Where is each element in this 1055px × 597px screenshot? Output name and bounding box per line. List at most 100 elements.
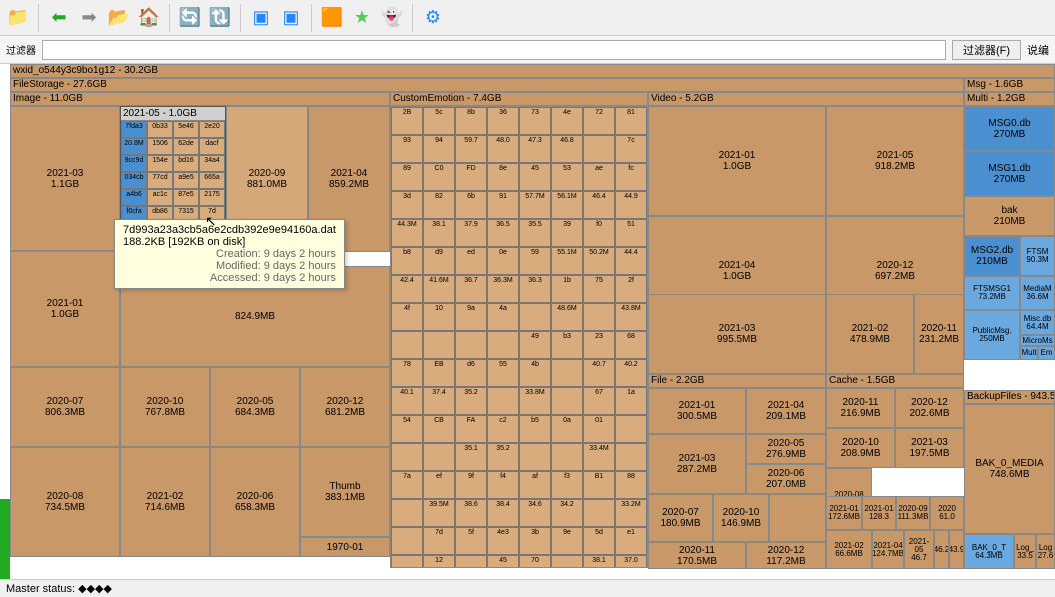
filter-button[interactable]: 过滤器(F) bbox=[952, 40, 1021, 60]
c-ot9[interactable]: 43.9 bbox=[949, 530, 964, 569]
ce-cell[interactable]: 67 bbox=[583, 387, 615, 415]
ce-cell[interactable]: 46.4 bbox=[583, 191, 615, 219]
filestorage-header[interactable]: FileStorage - 27.6GB bbox=[10, 78, 964, 92]
ce-cell[interactable]: 41.6M bbox=[423, 275, 455, 303]
ce-cell[interactable]: 35.2 bbox=[487, 443, 519, 471]
ce-cell[interactable]: 5c bbox=[423, 107, 455, 135]
forward-button[interactable]: ➡ bbox=[75, 4, 103, 32]
f-2021-04[interactable]: 2021-04209.1MB bbox=[746, 388, 826, 434]
pubmsg[interactable]: PublicMsg.250MB bbox=[964, 310, 1020, 360]
ce-cell[interactable]: 38.4 bbox=[487, 499, 519, 527]
ce-cell[interactable]: 10 bbox=[423, 303, 455, 331]
block-2021-03[interactable]: 2021-031.1GB bbox=[10, 106, 120, 251]
ce-cell[interactable] bbox=[487, 387, 519, 415]
c-ot8[interactable]: 46.2 bbox=[934, 530, 949, 569]
ce-cell[interactable]: 01 bbox=[583, 415, 615, 443]
block-thumb[interactable]: Thumb383.1MB bbox=[300, 447, 390, 537]
ce-cell[interactable]: 44.3M bbox=[391, 219, 423, 247]
ce-cell[interactable]: 59 bbox=[519, 247, 551, 275]
ce-cell[interactable]: 35.2 bbox=[455, 387, 487, 415]
ce-cell[interactable]: b3 bbox=[551, 331, 583, 359]
ce-cell[interactable]: 37.0 bbox=[615, 555, 647, 568]
ce-cell[interactable] bbox=[391, 555, 423, 568]
ce-cell[interactable]: 1b bbox=[551, 275, 583, 303]
c-ot4[interactable]: 202061.0 bbox=[930, 496, 964, 530]
box2-button[interactable]: ▣ bbox=[277, 4, 305, 32]
ce-cell[interactable]: 45 bbox=[487, 555, 519, 568]
ce-cell[interactable]: 23 bbox=[583, 331, 615, 359]
grid-cell[interactable]: dacf bbox=[199, 138, 225, 155]
ce-cell[interactable]: 53 bbox=[551, 163, 583, 191]
grid-cell[interactable]: 7fda3 bbox=[121, 121, 147, 138]
custom-header[interactable]: CustomEmotion - 7.4GB bbox=[390, 92, 648, 106]
msg1[interactable]: MSG1.db270MB bbox=[964, 151, 1055, 196]
ce-cell[interactable]: d9 bbox=[423, 247, 455, 275]
ce-cell[interactable]: 33.4M bbox=[583, 443, 615, 471]
bak-log2[interactable]: Log27.6 bbox=[1036, 534, 1055, 569]
ce-cell[interactable]: ef bbox=[423, 471, 455, 499]
ce-cell[interactable]: 54 bbox=[391, 415, 423, 443]
ce-cell[interactable]: 47.3 bbox=[519, 135, 551, 163]
ce-cell[interactable]: 5d bbox=[583, 527, 615, 555]
ce-cell[interactable] bbox=[455, 555, 487, 568]
grid-cell[interactable]: 2e20 bbox=[199, 121, 225, 138]
ce-cell[interactable]: 37.9 bbox=[455, 219, 487, 247]
media[interactable]: MediaM36.6M bbox=[1020, 276, 1055, 310]
ce-cell[interactable]: 36.3 bbox=[519, 275, 551, 303]
grid-cell[interactable]: 154e bbox=[147, 155, 173, 172]
ce-cell[interactable]: 75 bbox=[583, 275, 615, 303]
ce-cell[interactable]: 82 bbox=[423, 191, 455, 219]
fts1[interactable]: FTSMSG173.2MB bbox=[964, 276, 1020, 310]
f-2020-07[interactable]: 2020-07180.9MB bbox=[648, 494, 713, 542]
custom-body[interactable]: 2B5c8b36734e7281939459.748.047.346.87c89… bbox=[390, 106, 648, 568]
c-2021-01[interactable]: 2021-01172.6MB bbox=[826, 496, 862, 530]
ce-cell[interactable]: 36.3M bbox=[487, 275, 519, 303]
ce-cell[interactable]: 36.5 bbox=[487, 219, 519, 247]
ce-cell[interactable]: 36.7 bbox=[455, 275, 487, 303]
micro[interactable]: MicroMs bbox=[1020, 335, 1055, 346]
grid-cell[interactable]: 034cb bbox=[121, 172, 147, 189]
blocks-button[interactable]: 🟧 bbox=[318, 4, 346, 32]
up-button[interactable]: 📂 bbox=[105, 4, 133, 32]
ce-cell[interactable]: b5 bbox=[519, 415, 551, 443]
home-button[interactable]: 🏠 bbox=[135, 4, 163, 32]
ce-cell[interactable]: 55 bbox=[487, 359, 519, 387]
multi-header[interactable]: Multi - 1.2GB bbox=[964, 92, 1055, 106]
ce-cell[interactable] bbox=[487, 331, 519, 359]
ce-cell[interactable]: 89 bbox=[391, 163, 423, 191]
ce-cell[interactable]: 9f bbox=[455, 471, 487, 499]
msg-header[interactable]: Msg - 1.6GB bbox=[964, 78, 1055, 92]
ce-cell[interactable]: 39.5M bbox=[423, 499, 455, 527]
ce-cell[interactable]: 12 bbox=[423, 555, 455, 568]
bak-media[interactable]: BAK_0_MEDIA748.6MB bbox=[964, 404, 1055, 534]
ce-cell[interactable] bbox=[519, 443, 551, 471]
ce-cell[interactable]: 5f bbox=[455, 527, 487, 555]
ce-cell[interactable] bbox=[391, 443, 423, 471]
ce-cell[interactable]: 48.0 bbox=[487, 135, 519, 163]
c-ot5[interactable]: 2021-01128.3 bbox=[862, 496, 896, 530]
ce-cell[interactable]: CB bbox=[423, 415, 455, 443]
ce-cell[interactable]: 4e3 bbox=[487, 527, 519, 555]
c-ot3[interactable]: 2020-09111.3MB bbox=[896, 496, 930, 530]
ce-cell[interactable]: 33.2M bbox=[615, 499, 647, 527]
ce-cell[interactable]: 93 bbox=[391, 135, 423, 163]
gear-button[interactable]: ⚙ bbox=[419, 4, 447, 32]
ce-cell[interactable]: 40.7 bbox=[583, 359, 615, 387]
c-2020-12[interactable]: 2020-12202.6MB bbox=[895, 388, 964, 428]
ce-cell[interactable]: 72 bbox=[583, 107, 615, 135]
grid-cell[interactable]: 2175 bbox=[199, 189, 225, 206]
ce-cell[interactable]: 1a bbox=[615, 387, 647, 415]
ce-cell[interactable]: f0 bbox=[583, 219, 615, 247]
ce-cell[interactable]: d6 bbox=[455, 359, 487, 387]
grid-cell[interactable]: ac1c bbox=[147, 189, 173, 206]
ce-cell[interactable]: 45 bbox=[519, 163, 551, 191]
bak-log1[interactable]: Log_33.5 bbox=[1014, 534, 1036, 569]
ce-cell[interactable]: 4f bbox=[391, 303, 423, 331]
f-ot[interactable] bbox=[769, 494, 826, 542]
image-header[interactable]: Image - 11.0GB bbox=[10, 92, 390, 106]
ce-cell[interactable]: B1 bbox=[583, 471, 615, 499]
ce-cell[interactable]: 2B bbox=[391, 107, 423, 135]
ce-cell[interactable]: 44.4 bbox=[615, 247, 647, 275]
ce-cell[interactable]: 39 bbox=[551, 219, 583, 247]
ce-cell[interactable]: 55.1M bbox=[551, 247, 583, 275]
